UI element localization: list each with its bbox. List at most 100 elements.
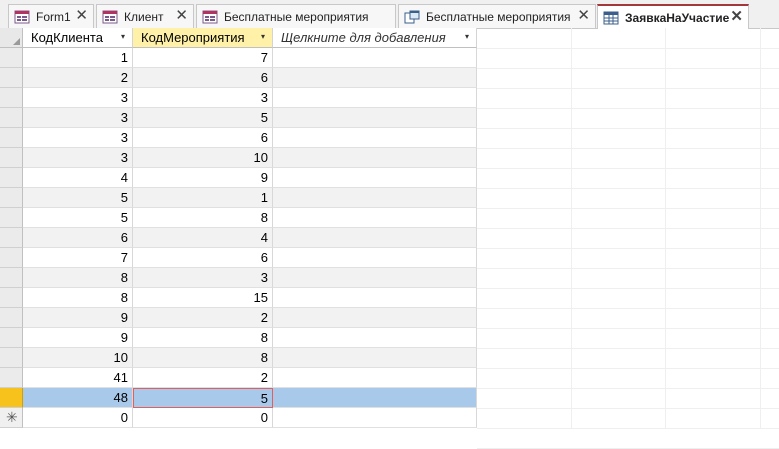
cell-add-field[interactable] — [273, 208, 477, 228]
filter-dropdown-icon[interactable]: ▾ — [258, 30, 268, 44]
table-row[interactable]: 26 — [0, 68, 477, 88]
record-selector[interactable] — [0, 208, 23, 228]
cell-add-field[interactable] — [273, 88, 477, 108]
record-selector[interactable] — [0, 68, 23, 88]
table-row[interactable]: 49 — [0, 168, 477, 188]
filter-dropdown-icon[interactable]: ▾ — [118, 30, 128, 44]
cell-event-id[interactable]: 8 — [133, 348, 273, 368]
record-selector[interactable] — [0, 328, 23, 348]
cell-add-field[interactable] — [273, 148, 477, 168]
close-icon[interactable]: ✕ — [577, 8, 590, 24]
cell-add-field[interactable] — [273, 328, 477, 348]
close-icon[interactable]: ✕ — [730, 9, 743, 25]
cell-event-id[interactable]: 2 — [133, 368, 273, 388]
cell-add-field[interactable] — [273, 228, 477, 248]
cell-client-id[interactable]: 41 — [23, 368, 133, 388]
cell-add-field[interactable] — [273, 388, 477, 408]
record-selector[interactable] — [0, 388, 23, 408]
record-selector[interactable] — [0, 108, 23, 128]
cell-client-id[interactable]: 1 — [23, 48, 133, 68]
cell-add-field[interactable] — [273, 188, 477, 208]
cell-event-id[interactable]: 7 — [133, 48, 273, 68]
table-row[interactable]: 36 — [0, 128, 477, 148]
tab-participation-request[interactable]: ЗаявкаНаУчастие ✕ — [597, 4, 749, 29]
cell-client-id[interactable]: 9 — [23, 308, 133, 328]
cell-event-id[interactable]: 8 — [133, 208, 273, 228]
cell-client-id[interactable]: 3 — [23, 128, 133, 148]
tab-client[interactable]: Клиент ✕ — [96, 4, 194, 28]
cell-event-id[interactable]: 2 — [133, 308, 273, 328]
tab-free-events-query[interactable]: Бесплатные мероприятия ✕ — [398, 4, 596, 28]
column-header-event-id[interactable]: КодМероприятия ▾ — [133, 28, 273, 48]
table-row[interactable]: 35 — [0, 108, 477, 128]
cell-event-id[interactable]: 5 — [133, 388, 273, 408]
cell-client-id[interactable]: 8 — [23, 268, 133, 288]
cell-event-id[interactable]: 6 — [133, 68, 273, 88]
table-row[interactable]: 10 8 — [0, 348, 477, 368]
cell-client-id[interactable]: 0 — [23, 408, 133, 428]
record-selector[interactable] — [0, 168, 23, 188]
cell-add-field[interactable] — [273, 48, 477, 68]
table-row[interactable]: 58 — [0, 208, 477, 228]
cell-client-id[interactable]: 9 — [23, 328, 133, 348]
column-header-client-id[interactable]: КодКлиента ▾ — [23, 28, 133, 48]
cell-client-id[interactable]: 48 — [23, 388, 133, 408]
table-row[interactable]: 98 — [0, 328, 477, 348]
record-selector[interactable] — [0, 188, 23, 208]
cell-client-id[interactable]: 7 — [23, 248, 133, 268]
cell-client-id[interactable]: 6 — [23, 228, 133, 248]
cell-add-field[interactable] — [273, 408, 477, 428]
cell-event-id[interactable]: 6 — [133, 128, 273, 148]
cell-client-id[interactable]: 2 — [23, 68, 133, 88]
cell-add-field[interactable] — [273, 368, 477, 388]
cell-client-id[interactable]: 5 — [23, 208, 133, 228]
cell-add-field[interactable] — [273, 248, 477, 268]
table-row[interactable]: 17 — [0, 48, 477, 68]
cell-add-field[interactable] — [273, 128, 477, 148]
cell-client-id[interactable]: 3 — [23, 88, 133, 108]
cell-add-field[interactable] — [273, 288, 477, 308]
table-row[interactable]: 8 15 — [0, 288, 477, 308]
cell-event-id[interactable]: 5 — [133, 108, 273, 128]
cell-add-field[interactable] — [273, 168, 477, 188]
filter-dropdown-icon[interactable]: ▾ — [462, 30, 472, 44]
cell-client-id[interactable]: 4 — [23, 168, 133, 188]
record-selector[interactable] — [0, 128, 23, 148]
record-selector[interactable] — [0, 348, 23, 368]
cell-event-id[interactable]: 4 — [133, 228, 273, 248]
table-row[interactable]: 41 2 — [0, 368, 477, 388]
cell-event-id[interactable]: 15 — [133, 288, 273, 308]
cell-event-id[interactable]: 10 — [133, 148, 273, 168]
cell-event-id[interactable]: 9 — [133, 168, 273, 188]
tab-free-events-form[interactable]: Бесплатные мероприятия — [196, 4, 396, 28]
record-selector[interactable] — [0, 268, 23, 288]
cell-add-field[interactable] — [273, 268, 477, 288]
record-selector[interactable] — [0, 308, 23, 328]
select-all-corner[interactable] — [0, 28, 23, 48]
cell-client-id[interactable]: 3 — [23, 148, 133, 168]
cell-add-field[interactable] — [273, 308, 477, 328]
cell-event-id[interactable]: 1 — [133, 188, 273, 208]
cell-client-id[interactable]: 3 — [23, 108, 133, 128]
cell-client-id[interactable]: 10 — [23, 348, 133, 368]
record-selector[interactable]: ✳ — [0, 408, 23, 428]
record-selector[interactable] — [0, 48, 23, 68]
new-record-row[interactable]: ✳ 0 0 — [0, 408, 477, 428]
table-row[interactable]: 33 — [0, 88, 477, 108]
record-selector[interactable] — [0, 248, 23, 268]
cell-event-id[interactable]: 0 — [133, 408, 273, 428]
close-icon[interactable]: ✕ — [75, 8, 88, 24]
table-row[interactable]: 92 — [0, 308, 477, 328]
cell-add-field[interactable] — [273, 108, 477, 128]
tab-form1[interactable]: Form1 ✕ — [8, 4, 94, 28]
cell-event-id[interactable]: 3 — [133, 268, 273, 288]
cell-event-id[interactable]: 6 — [133, 248, 273, 268]
cell-event-id[interactable]: 3 — [133, 88, 273, 108]
table-row[interactable]: 64 — [0, 228, 477, 248]
close-icon[interactable]: ✕ — [175, 8, 188, 24]
record-selector[interactable] — [0, 368, 23, 388]
table-row[interactable]: 3 10 — [0, 148, 477, 168]
cell-event-id[interactable]: 8 — [133, 328, 273, 348]
table-row[interactable]: 83 — [0, 268, 477, 288]
cell-add-field[interactable] — [273, 68, 477, 88]
